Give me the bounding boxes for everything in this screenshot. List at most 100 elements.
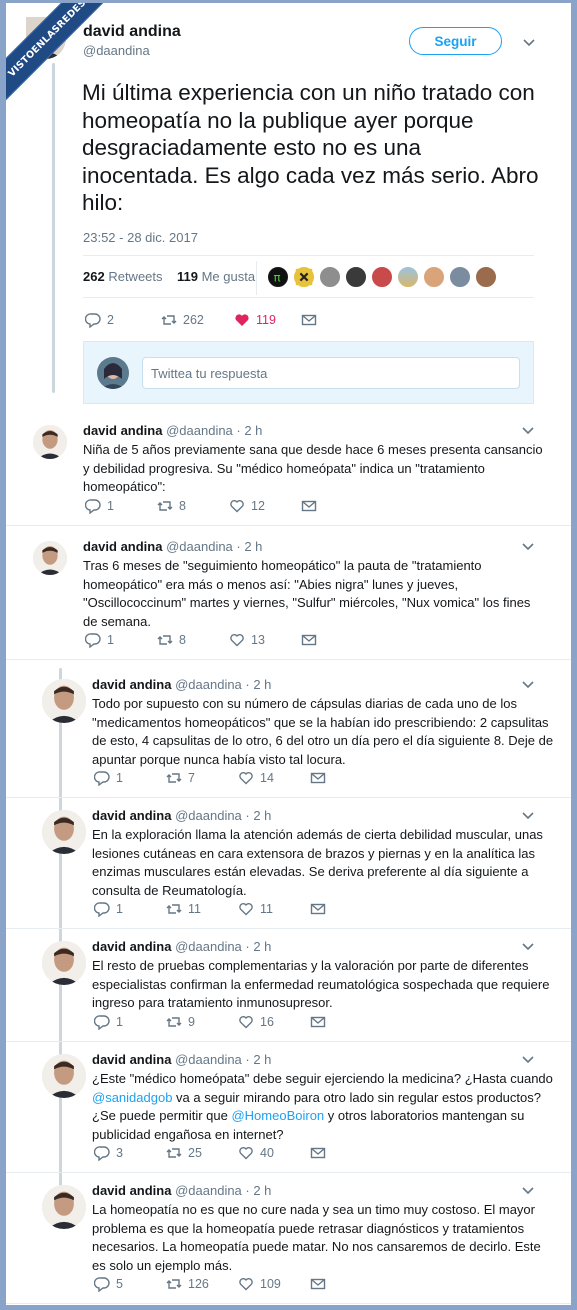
svg-text:π: π [273, 271, 280, 285]
mention-link[interactable]: @sanidadgob [92, 1090, 172, 1105]
retweet-button[interactable]: 25 [166, 1145, 202, 1161]
retweet-button[interactable]: 126 [166, 1276, 209, 1292]
like-button[interactable]: 12 [229, 498, 265, 514]
reply-button[interactable]: 5 [94, 1276, 123, 1292]
retweet-icon [166, 1279, 182, 1289]
chevron-down-icon[interactable] [522, 543, 534, 551]
tweet-text-line: "Oscillococcinum" martes y viernes, "Sul… [83, 595, 531, 610]
retweet-button[interactable]: 9 [166, 1014, 195, 1030]
author-handle-time[interactable]: @daandina · 2 h [175, 1183, 271, 1198]
divider [6, 928, 571, 929]
reply-button[interactable]: 1 [94, 770, 123, 786]
dm-button[interactable] [301, 312, 323, 328]
retweet-icon [157, 501, 173, 511]
like-button[interactable]: 119 [234, 312, 276, 328]
retweets-count[interactable]: 262 Retweets [83, 269, 163, 284]
author-name[interactable]: david andina [92, 677, 171, 692]
like-button[interactable]: 14 [238, 770, 274, 786]
author-handle-time[interactable]: @daandina · 2 h [175, 1052, 271, 1067]
author-avatar[interactable] [42, 941, 86, 985]
retweet-button[interactable]: 8 [157, 498, 186, 514]
reply-icon [94, 1146, 110, 1161]
author-handle[interactable]: @daandina [83, 43, 150, 58]
like-button[interactable]: 13 [229, 632, 265, 648]
tweet-text: En la exploración llama la atención adem… [92, 826, 552, 900]
author-avatar[interactable] [42, 1054, 86, 1098]
reply-button[interactable]: 1 [85, 632, 114, 648]
author-name[interactable]: david andina [92, 1052, 171, 1067]
liker-avatar[interactable] [319, 266, 341, 288]
liker-avatar[interactable] [397, 266, 419, 288]
dm-button[interactable] [301, 632, 323, 648]
heart-icon [239, 1015, 253, 1029]
author-handle-time[interactable]: @daandina · 2 h [166, 423, 262, 438]
tweet-text-line: homeopático": [83, 479, 166, 494]
author-handle-time[interactable]: @daandina · 2 h [166, 539, 262, 554]
reply-icon [94, 771, 110, 786]
reply-button[interactable]: 1 [85, 498, 114, 514]
likes-count[interactable]: 119 Me gusta [177, 269, 255, 284]
chevron-down-icon[interactable] [522, 812, 534, 820]
like-button[interactable]: 40 [238, 1145, 274, 1161]
tweet-text: El resto de pruebas complementarias y la… [92, 957, 552, 1013]
dm-button[interactable] [310, 770, 332, 786]
like-count: 11 [260, 902, 273, 916]
retweet-button[interactable]: 7 [166, 770, 195, 786]
chevron-down-icon[interactable] [522, 427, 534, 435]
follow-button[interactable]: Seguir [409, 27, 502, 55]
author-name[interactable]: david andina [92, 939, 171, 954]
like-button[interactable]: 11 [238, 901, 273, 917]
author-avatar[interactable] [33, 425, 67, 459]
dm-button[interactable] [310, 1276, 332, 1292]
liker-avatar[interactable] [475, 266, 497, 288]
like-count: 13 [251, 633, 265, 647]
reply-button[interactable]: 3 [94, 1145, 123, 1161]
author-avatar[interactable] [42, 679, 86, 723]
retweet-button[interactable]: 8 [157, 632, 186, 648]
author-handle-time[interactable]: @daandina · 2 h [175, 808, 271, 823]
dm-button[interactable] [310, 1145, 332, 1161]
tweet-text-line: ¿Este "médico homeópata" debe seguir eje… [92, 1071, 553, 1086]
reply-button[interactable]: 1 [94, 1014, 123, 1030]
dm-button[interactable] [310, 1014, 332, 1030]
retweet-button[interactable]: 262 [161, 312, 204, 328]
retweet-button[interactable]: 11 [166, 901, 201, 917]
tweet-header: david andina @daandina · 2 h [92, 1052, 271, 1067]
liker-avatar[interactable] [449, 266, 471, 288]
author-name[interactable]: david andina [83, 539, 162, 554]
tweet-timestamp[interactable]: 23:52 - 28 dic. 2017 [83, 230, 198, 245]
reply-count: 1 [116, 771, 123, 785]
author-name[interactable]: david andina [92, 808, 171, 823]
author-avatar[interactable] [42, 810, 86, 854]
reply-count: 2 [107, 313, 114, 327]
dm-button[interactable] [310, 901, 332, 917]
author-handle-time[interactable]: @daandina · 2 h [175, 939, 271, 954]
author-handle-time[interactable]: @daandina · 2 h [175, 677, 271, 692]
like-button[interactable]: 16 [238, 1014, 274, 1030]
dm-button[interactable] [301, 498, 323, 514]
liker-avatar[interactable] [371, 266, 393, 288]
liker-avatar[interactable] [423, 266, 445, 288]
liker-avatar[interactable] [293, 266, 315, 288]
liker-avatar[interactable] [345, 266, 367, 288]
thread-line [52, 63, 55, 393]
reply-icon [85, 313, 101, 328]
chevron-down-icon[interactable] [522, 943, 534, 951]
divider [6, 1041, 571, 1042]
author-name[interactable]: david andina [83, 423, 162, 438]
reply-button[interactable]: 2 [85, 312, 114, 328]
like-button[interactable]: 109 [238, 1276, 281, 1292]
author-name[interactable]: david andina [83, 23, 181, 41]
chevron-down-icon[interactable] [523, 39, 535, 47]
reply-input[interactable]: Twittea tu respuesta [142, 357, 520, 389]
author-avatar[interactable] [42, 1185, 86, 1229]
chevron-down-icon[interactable] [522, 1056, 534, 1064]
liker-avatar[interactable]: π [267, 266, 289, 288]
reply-button[interactable]: 1 [94, 901, 123, 917]
chevron-down-icon[interactable] [522, 681, 534, 689]
author-name[interactable]: david andina [92, 1183, 171, 1198]
mention-link[interactable]: @HomeoBoiron [231, 1108, 324, 1123]
dm-icon [301, 634, 317, 646]
chevron-down-icon[interactable] [522, 1187, 534, 1195]
author-avatar[interactable] [33, 541, 67, 575]
